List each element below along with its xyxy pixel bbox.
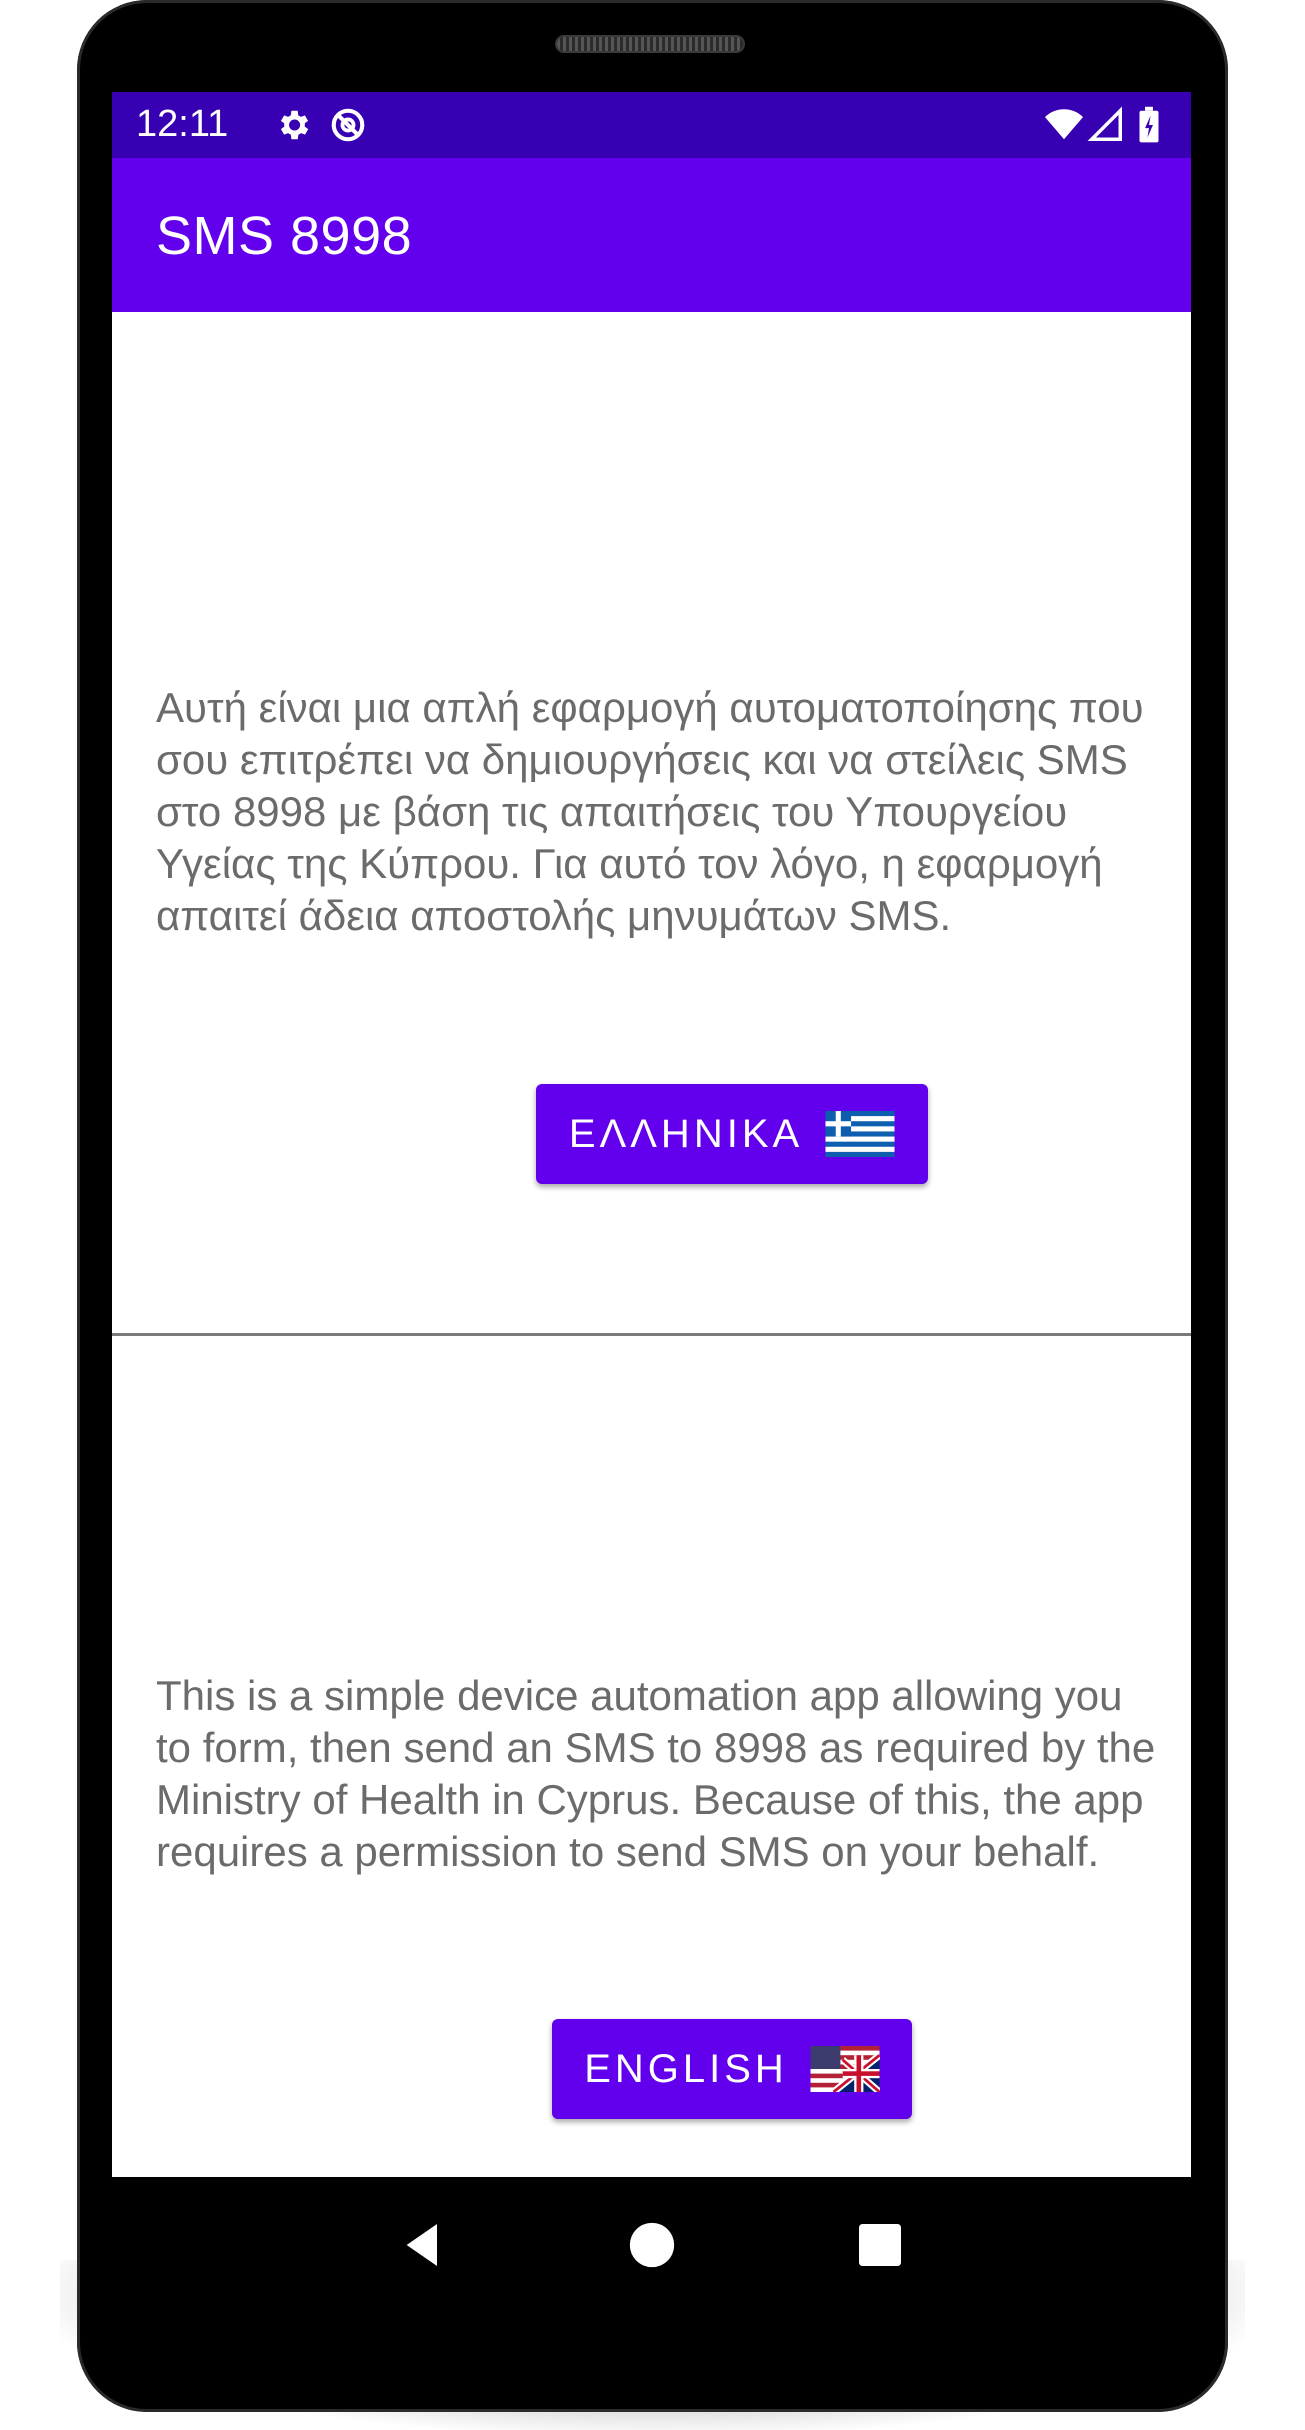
greek-language-button[interactable]: ΕΛΛΗΝΙΚΑ	[536, 1084, 928, 1184]
greek-button-label: ΕΛΛΗΝΙΚΑ	[568, 1111, 804, 1156]
main-content: Αυτή είναι μια απλή εφαρμογή αυτοματοποί…	[112, 312, 1191, 2177]
battery-charging-icon	[1139, 106, 1159, 143]
navigation-bar	[112, 2177, 1191, 2313]
screen: 12:11 SMS 8998 Αυτή είναι μια απλή εφαρμ…	[112, 92, 1191, 2177]
us-uk-flag-icon	[810, 2046, 880, 2092]
app-title: SMS 8998	[156, 206, 413, 266]
device-frame: 12:11 SMS 8998 Αυτή είναι μια απλή εφαρμ…	[77, 0, 1228, 2412]
english-button-label: ENGLISH	[584, 2046, 788, 2091]
section-divider	[112, 1333, 1191, 1336]
gear-icon	[280, 110, 309, 140]
english-language-button[interactable]: ENGLISH	[552, 2019, 912, 2119]
greece-flag-icon	[825, 1111, 895, 1157]
page: 12:11 SMS 8998 Αυτή είναι μια απλή εφαρμ…	[0, 0, 1305, 2430]
status-time: 12:11	[136, 103, 229, 145]
status-bar: 12:11	[112, 92, 1191, 158]
back-icon[interactable]	[395, 2217, 451, 2273]
wifi-icon	[1045, 109, 1083, 140]
english-description-text: This is a simple device automation app a…	[156, 1672, 1156, 1875]
home-icon[interactable]	[624, 2217, 680, 2273]
signal-icon	[1087, 106, 1122, 141]
app-toolbar: SMS 8998	[112, 158, 1191, 312]
recents-icon[interactable]	[852, 2217, 908, 2273]
greek-description-text: Αυτή είναι μια απλή εφαρμογή αυτοματοποί…	[156, 684, 1144, 939]
earpiece-speaker	[557, 37, 743, 51]
sync-off-icon	[331, 108, 365, 142]
